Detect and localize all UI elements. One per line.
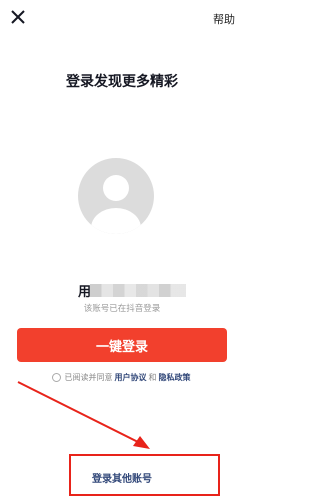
login-other-account-link[interactable]: 登录其他账号 [0,470,244,485]
annotation-arrow [17,381,150,449]
